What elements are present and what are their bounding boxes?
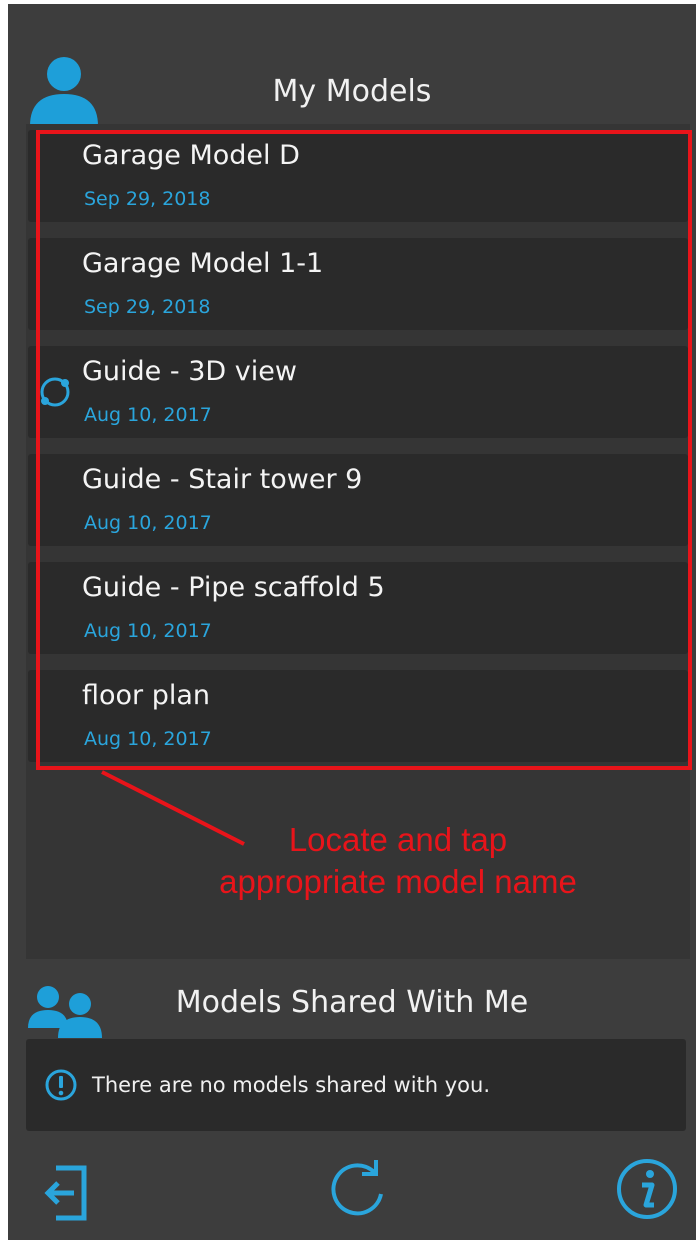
info-icon	[617, 1159, 677, 1219]
shared-models-title: Models Shared With Me	[175, 984, 529, 1020]
logout-icon	[44, 1165, 87, 1221]
shared-empty-state: There are no models shared with you.	[26, 1039, 686, 1131]
shared-empty-message: There are no models shared with you.	[92, 1073, 491, 1097]
warning-icon	[45, 1069, 77, 1101]
logout-button[interactable]	[42, 1162, 90, 1228]
annotation-line-1: Locate and tap	[288, 821, 508, 858]
app-screen: My Models Garage Model D Sep 29, 2018 Ga…	[8, 4, 696, 1240]
my-models-title: My Models	[272, 73, 432, 109]
user-icon	[30, 57, 98, 126]
refresh-button[interactable]	[326, 1156, 388, 1226]
refresh-icon	[331, 1160, 383, 1216]
info-button[interactable]	[616, 1158, 678, 1224]
shared-models-header: Models Shared With Me	[8, 966, 696, 1038]
users-icon	[28, 986, 102, 1038]
annotation-line-2: appropriate model name	[219, 863, 577, 900]
my-models-header: My Models	[8, 56, 696, 126]
annotation-callout-text: Locate and tap appropriate model name	[168, 819, 628, 903]
annotation-highlight-box	[36, 130, 692, 770]
